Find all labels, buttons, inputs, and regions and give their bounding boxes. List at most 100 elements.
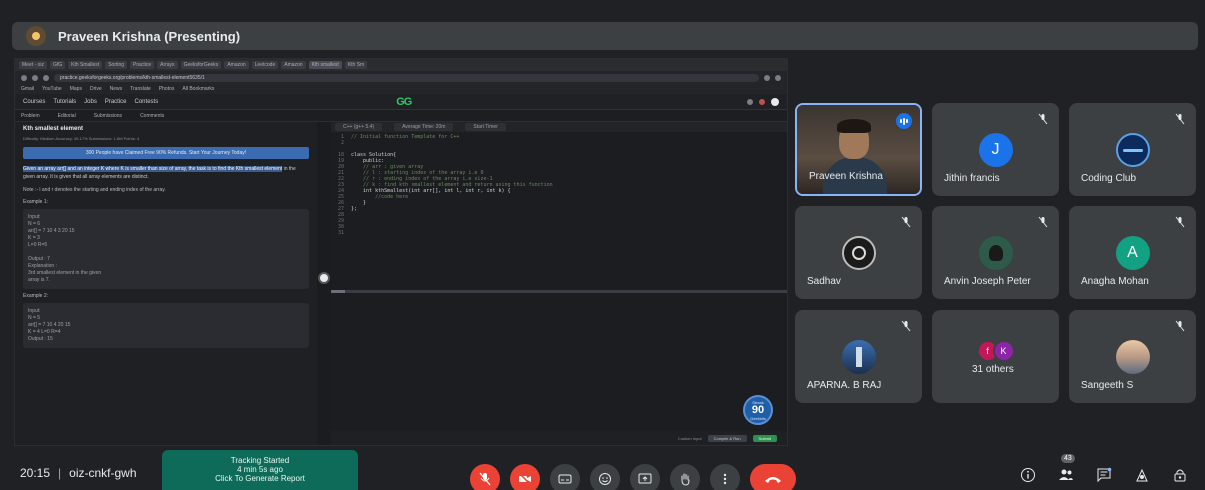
theme-toggle-icon bbox=[771, 97, 779, 106]
more-options-button[interactable] bbox=[710, 464, 740, 490]
bookmark-item[interactable]: Translate bbox=[130, 86, 151, 92]
problem-tab[interactable]: Problem bbox=[21, 113, 40, 119]
editor-tab[interactable]: Average Time: 20m bbox=[394, 123, 454, 131]
tile-sangeeth-s[interactable]: Sangeeth S bbox=[1069, 310, 1196, 403]
presenter-avatar bbox=[26, 26, 46, 46]
submit-button[interactable]: Submit bbox=[752, 434, 777, 442]
meeting-details-button[interactable] bbox=[1017, 464, 1039, 486]
participant-count-badge: 43 bbox=[1061, 454, 1075, 463]
tracking-time: 4 min 5s ago bbox=[237, 465, 283, 474]
problem-tab[interactable]: Submissions bbox=[94, 113, 122, 119]
host-controls-button[interactable] bbox=[1169, 464, 1191, 486]
tracking-popup[interactable]: Tracking Started 4 min 5s ago Click To G… bbox=[162, 450, 358, 490]
browser-tab[interactable]: Kth smallest bbox=[308, 61, 342, 69]
site-nav-item[interactable]: Contests bbox=[135, 99, 159, 105]
example1-box: Input: N = 6 arr[] = 7 10 4 3 20 15 K = 3 L=… bbox=[23, 209, 309, 289]
meet-window: Praveen Krishna (Presenting) Meet - oiz G… bbox=[0, 0, 1205, 490]
activities-button[interactable] bbox=[1131, 464, 1153, 486]
info-icon bbox=[1021, 468, 1035, 482]
chat-button[interactable] bbox=[1093, 464, 1115, 486]
tile-others[interactable]: f K 31 others bbox=[932, 310, 1059, 403]
example-line: Explanation : bbox=[28, 263, 57, 269]
bookmark-item[interactable]: Drive bbox=[90, 86, 102, 92]
generate-report-link[interactable]: Click To Generate Report bbox=[162, 474, 358, 483]
browser-tab[interactable]: GeeksforGeeks bbox=[180, 61, 222, 69]
panes: Kth smallest element Difficulty: Medium … bbox=[15, 122, 787, 445]
custom-input-toggle[interactable]: Custom Input bbox=[678, 436, 702, 441]
browser-tab[interactable]: Sorting bbox=[105, 61, 128, 69]
activities-icon bbox=[1136, 468, 1148, 482]
meeting-controls-bar: 20:15 | oiz-cnkf-gwh Tracking Started 4 mi… bbox=[0, 450, 1205, 490]
bookmark-item[interactable]: All Bookmarks bbox=[182, 86, 214, 92]
example-line: K = 3 bbox=[28, 235, 40, 241]
tile-anvin-joseph-peter[interactable]: Anvin Joseph Peter bbox=[932, 206, 1059, 299]
browser-tab[interactable]: Meet - oiz bbox=[19, 61, 47, 69]
camera-off-icon bbox=[518, 472, 532, 486]
problem-note: Note :- l and r denotes the starting and… bbox=[23, 187, 166, 193]
participant-name: Praveen Krishna bbox=[809, 171, 883, 182]
tile-sadhav[interactable]: Sadhav bbox=[795, 206, 922, 299]
browser-tab[interactable]: Kth Smallest bbox=[68, 61, 103, 69]
site-nav-item[interactable]: Tutorials bbox=[53, 99, 76, 105]
line-numbers: 1 2 18 19 20 21 22 23 24 25 26 27 28 29 30 31 bbox=[331, 134, 347, 294]
problem-tab[interactable]: Editorial bbox=[58, 113, 76, 119]
editor-scrollbar[interactable] bbox=[331, 290, 787, 293]
problem-tab[interactable]: Comments bbox=[140, 113, 164, 119]
emoji-button[interactable] bbox=[590, 464, 620, 490]
mic-off-icon bbox=[1038, 113, 1048, 125]
browser-tabstrip: Meet - oiz GfG Kth Smallest Sorting Practice… bbox=[15, 59, 787, 71]
captions-button[interactable] bbox=[550, 464, 580, 490]
browser-tab[interactable]: Arrays bbox=[157, 61, 178, 69]
participant-name: Anagha Mohan bbox=[1081, 276, 1149, 287]
mic-toggle-button[interactable] bbox=[470, 464, 500, 490]
sadhav-logo bbox=[841, 236, 876, 270]
browser-tab[interactable]: Amazon bbox=[224, 61, 249, 69]
problem-statement: Given an array arr[] and an integer K wh… bbox=[23, 165, 309, 181]
bookmark-item[interactable]: Maps bbox=[70, 86, 82, 92]
tile-anagha-mohan[interactable]: A Anagha Mohan bbox=[1069, 206, 1196, 299]
url-field: practice.geeksforgeeks.org/problems/kth-… bbox=[54, 73, 759, 82]
tile-jithin-francis[interactable]: J Jithin francis bbox=[932, 103, 1059, 196]
score-bottom: Geekbits bbox=[750, 415, 766, 421]
browser-tab[interactable]: Leetcode bbox=[251, 61, 279, 69]
bookmark-item[interactable]: News bbox=[110, 86, 123, 92]
browser-tab[interactable]: GfG bbox=[49, 61, 66, 69]
browser-tab[interactable]: Kth Sm bbox=[344, 61, 368, 69]
tracking-title: Tracking Started bbox=[230, 456, 290, 465]
avatar: A bbox=[1115, 236, 1150, 270]
tile-praveen-krishna[interactable]: Praveen Krishna bbox=[795, 103, 922, 196]
site-nav-item[interactable]: Jobs bbox=[84, 99, 97, 105]
hang-up-icon bbox=[765, 477, 781, 483]
example-line: array is 7. bbox=[28, 277, 50, 283]
tile-coding-club[interactable]: Coding Club bbox=[1069, 103, 1196, 196]
raise-hand-button[interactable] bbox=[670, 464, 700, 490]
bookmark-item[interactable]: YouTube bbox=[42, 86, 62, 92]
editor-tab[interactable]: Start Timer bbox=[465, 123, 506, 131]
people-button[interactable]: 43 bbox=[1055, 454, 1077, 486]
site-nav-item[interactable]: Practice bbox=[105, 99, 127, 105]
participant-name: Jithin francis bbox=[944, 173, 1000, 184]
avatar: K bbox=[992, 340, 1015, 362]
avatar-photo bbox=[841, 340, 876, 374]
drag-handle[interactable] bbox=[318, 272, 330, 284]
browser-tab[interactable]: Amazon bbox=[281, 61, 306, 69]
pane-divider[interactable] bbox=[317, 122, 331, 445]
shared-screen[interactable]: Meet - oiz GfG Kth Smallest Sorting Practice… bbox=[14, 58, 788, 446]
geekbits-badge: Streak 90 Geekbits bbox=[743, 395, 773, 425]
present-button[interactable] bbox=[630, 464, 660, 490]
site-nav-item[interactable]: Courses bbox=[23, 99, 45, 105]
camera-toggle-button[interactable] bbox=[510, 464, 540, 490]
browser-tab[interactable]: Practice bbox=[130, 61, 155, 69]
editor-tab[interactable]: C++ (g++ 5.4) bbox=[335, 123, 383, 131]
code-area[interactable]: 1 2 18 19 20 21 22 23 24 25 26 27 28 29 30 31 // Initia… bbox=[331, 134, 787, 294]
example-line: Input: bbox=[28, 214, 41, 220]
bookmark-item[interactable]: Gmail bbox=[21, 86, 34, 92]
meeting-time: 20:15 bbox=[20, 466, 51, 480]
compile-run-button[interactable]: Compile & Run bbox=[707, 434, 747, 442]
example-line: Output : 7 bbox=[28, 256, 50, 262]
tile-aparna-b-raj[interactable]: APARNA. B RAJ bbox=[795, 310, 922, 403]
code-editor[interactable]: C++ (g++ 5.4) Average Time: 20m Start Time… bbox=[331, 122, 787, 445]
leave-call-button[interactable] bbox=[750, 464, 796, 490]
participant-name: Sangeeth S bbox=[1081, 380, 1134, 391]
bookmark-item[interactable]: Photos bbox=[159, 86, 175, 92]
